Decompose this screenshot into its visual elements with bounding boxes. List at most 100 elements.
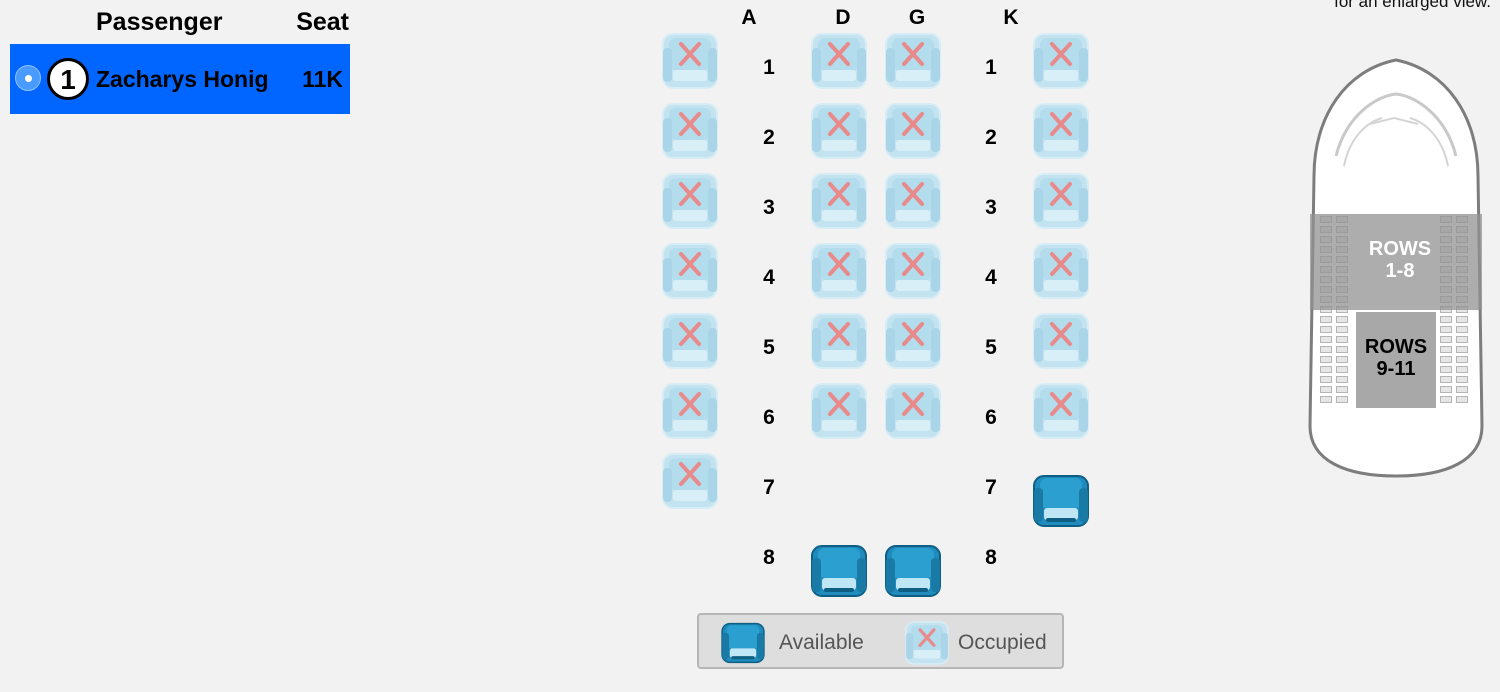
minimap-seat-mark — [1336, 356, 1348, 363]
minimap-seat-mark — [1440, 316, 1452, 323]
column-header-d: D — [835, 6, 851, 29]
minimap-seat-mark — [1456, 356, 1468, 363]
seat-3d-occupied[interactable] — [808, 170, 870, 232]
seat-5k-occupied[interactable] — [1030, 310, 1092, 372]
seat-4a-occupied[interactable] — [659, 240, 721, 302]
row-number-right: 7 — [985, 476, 997, 499]
minimap-seat-mark — [1456, 346, 1468, 353]
minimap-seat-mark — [1320, 396, 1332, 403]
minimap-seat-mark — [1320, 316, 1332, 323]
seat-5g-occupied[interactable] — [882, 310, 944, 372]
minimap-seat-mark — [1320, 366, 1332, 373]
minimap-section-label: ROWS — [1364, 336, 1428, 358]
row-number-right: 6 — [985, 406, 997, 429]
legend-occupied-label: Occupied — [958, 631, 1047, 654]
enlarged-view-hint: for an enlarged view. — [1334, 0, 1491, 11]
passenger-row-selected[interactable]: 1 Zacharys Honig 11K — [10, 44, 350, 114]
seat-2g-occupied[interactable] — [882, 100, 944, 162]
seat-2a-occupied[interactable] — [659, 100, 721, 162]
passenger-radio-button[interactable] — [15, 65, 41, 91]
minimap-seat-mark — [1456, 366, 1468, 373]
seat-6a-occupied[interactable] — [659, 380, 721, 442]
minimap-seat-mark — [1456, 396, 1468, 403]
seat-2k-occupied[interactable] — [1030, 100, 1092, 162]
seat-6g-occupied[interactable] — [882, 380, 944, 442]
minimap-seat-mark — [1320, 356, 1332, 363]
seat-3a-occupied[interactable] — [659, 170, 721, 232]
minimap-seat-mark — [1336, 336, 1348, 343]
row-number-left: 4 — [763, 266, 775, 289]
seat-6d-occupied[interactable] — [808, 380, 870, 442]
row-number-left: 6 — [763, 406, 775, 429]
minimap-seat-mark — [1456, 326, 1468, 333]
passenger-number-badge: 1 — [47, 58, 89, 100]
minimap-section-range: 1-8 — [1385, 260, 1415, 282]
row-number-left: 5 — [763, 336, 775, 359]
minimap-seat-mark — [1336, 396, 1348, 403]
minimap-seat-mark — [1456, 336, 1468, 343]
seat-4d-occupied[interactable] — [808, 240, 870, 302]
minimap-section-range: 9-11 — [1376, 358, 1416, 380]
seat-1g-occupied[interactable] — [882, 30, 944, 92]
row-number-left: 2 — [763, 126, 775, 149]
passenger-column-header: Passenger — [96, 8, 223, 36]
row-number-right: 5 — [985, 336, 997, 359]
column-header-a: A — [741, 6, 757, 29]
minimap-seat-mark — [1440, 396, 1452, 403]
seat-1k-occupied[interactable] — [1030, 30, 1092, 92]
minimap-seat-mark — [1440, 386, 1452, 393]
row-number-right: 8 — [985, 546, 997, 569]
column-header-k: K — [1003, 6, 1019, 29]
row-number-left: 7 — [763, 476, 775, 499]
row-number-left: 8 — [763, 546, 775, 569]
seat-3g-occupied[interactable] — [882, 170, 944, 232]
legend-available-label: Available — [779, 631, 864, 654]
minimap-seat-mark — [1320, 376, 1332, 383]
minimap-section-rows-9-11[interactable]: ROWS 9-11 — [1356, 312, 1436, 408]
row-number-right: 4 — [985, 266, 997, 289]
passenger-name: Zacharys Honig — [96, 66, 269, 92]
seat-8d-available[interactable] — [808, 540, 870, 602]
minimap-seat-mark — [1440, 326, 1452, 333]
seat-column-header: Seat — [296, 8, 349, 36]
minimap-seat-mark — [1320, 326, 1332, 333]
minimap-section-rows-1-8[interactable]: ROWS 1-8 — [1310, 214, 1482, 310]
minimap-seat-mark — [1320, 346, 1332, 353]
seat-4g-occupied[interactable] — [882, 240, 944, 302]
minimap-seat-mark — [1320, 336, 1332, 343]
minimap-seat-mark — [1456, 386, 1468, 393]
seat-5a-occupied[interactable] — [659, 310, 721, 372]
occupied-seat-icon — [903, 619, 951, 667]
row-number-right: 2 — [985, 126, 997, 149]
minimap-seat-mark — [1336, 326, 1348, 333]
passenger-table-header: Passenger Seat — [10, 6, 350, 38]
minimap-seat-mark — [1336, 316, 1348, 323]
seat-7k-available[interactable] — [1030, 470, 1092, 532]
minimap-seat-mark — [1456, 316, 1468, 323]
seat-7a-occupied[interactable] — [659, 450, 721, 512]
minimap-section-label: ROWS — [1368, 238, 1432, 260]
seat-8g-available[interactable] — [882, 540, 944, 602]
seat-4k-occupied[interactable] — [1030, 240, 1092, 302]
minimap-seat-mark — [1336, 346, 1348, 353]
minimap-seat-mark — [1336, 366, 1348, 373]
minimap-seat-mark — [1320, 386, 1332, 393]
column-header-g: G — [908, 6, 926, 29]
row-number-right: 1 — [985, 56, 997, 79]
seat-1d-occupied[interactable] — [808, 30, 870, 92]
seat-3k-occupied[interactable] — [1030, 170, 1092, 232]
minimap-seat-mark — [1336, 376, 1348, 383]
row-number-left: 1 — [763, 56, 775, 79]
row-number-left: 3 — [763, 196, 775, 219]
minimap-seat-mark — [1336, 386, 1348, 393]
seat-1a-occupied[interactable] — [659, 30, 721, 92]
available-seat-icon — [719, 619, 767, 667]
passenger-seat-assignment: 11K — [302, 66, 343, 92]
row-number-right: 3 — [985, 196, 997, 219]
seat-legend: Available Occupied — [697, 613, 1064, 669]
seat-2d-occupied[interactable] — [808, 100, 870, 162]
seat-6k-occupied[interactable] — [1030, 380, 1092, 442]
aircraft-minimap: ROWS 1-8 ROWS 9-11 — [1306, 56, 1486, 482]
seat-5d-occupied[interactable] — [808, 310, 870, 372]
minimap-seat-mark — [1456, 376, 1468, 383]
